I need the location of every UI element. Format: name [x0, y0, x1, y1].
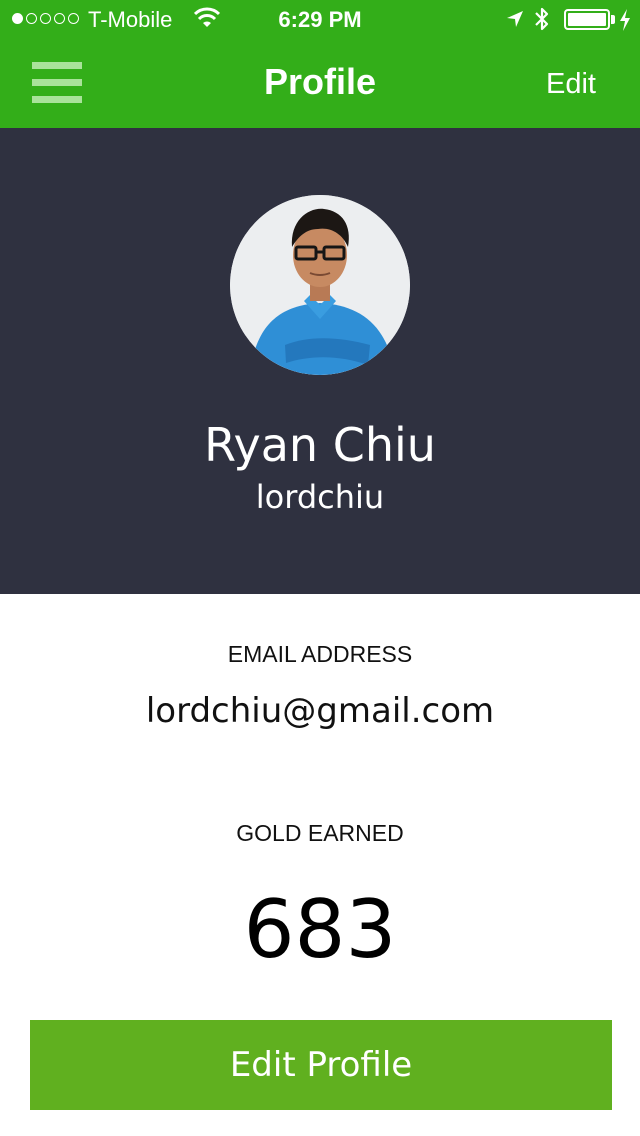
page-title: Profile: [263, 61, 377, 102]
email-value: lordchiu@gmail.com: [145, 691, 495, 731]
bluetooth-icon: [535, 7, 549, 31]
profile-username: lordchiu: [255, 478, 385, 516]
status-bar: T-Mobile 6:29 PM: [0, 0, 640, 40]
gold-earned-value: 683: [243, 883, 397, 976]
gold-earned-label: GOLD EARNED: [236, 820, 404, 846]
profile-photo-icon: [230, 195, 410, 375]
profile-name: Ryan Chiu: [204, 418, 436, 472]
top-bar: T-Mobile 6:29 PM Profile Edit: [0, 0, 640, 128]
battery-icon: [564, 9, 610, 30]
charging-bolt-icon: [620, 9, 630, 31]
edit-button[interactable]: Edit: [546, 66, 596, 102]
edit-profile-button[interactable]: Edit Profile: [30, 1020, 612, 1110]
email-label: EMAIL ADDRESS: [227, 641, 413, 667]
battery-tip: [611, 15, 615, 24]
location-arrow-icon: [507, 11, 523, 27]
profile-header: Ryan Chiu lordchiu: [0, 128, 640, 594]
hamburger-menu-icon[interactable]: [32, 60, 82, 106]
avatar: [230, 195, 410, 375]
